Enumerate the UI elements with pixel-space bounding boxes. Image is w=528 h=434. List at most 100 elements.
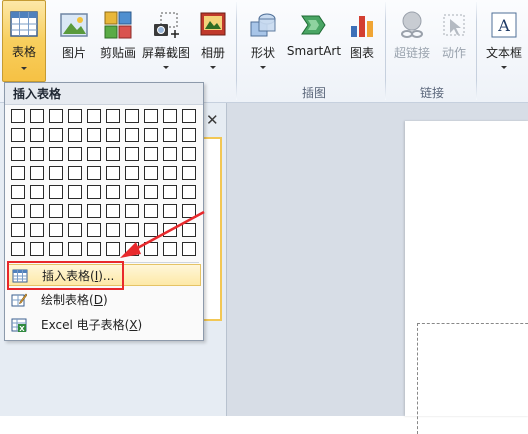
table-grid-cell[interactable]	[49, 223, 63, 237]
table-grid-cell[interactable]	[125, 147, 139, 161]
table-grid-cell[interactable]	[87, 109, 101, 123]
table-grid-cell[interactable]	[144, 185, 158, 199]
picture-button[interactable]: 图片	[54, 4, 94, 82]
table-grid-cell[interactable]	[125, 128, 139, 142]
table-grid-cell[interactable]	[163, 128, 177, 142]
table-grid-cell[interactable]	[144, 147, 158, 161]
table-grid-cell[interactable]	[11, 242, 25, 256]
table-grid-cell[interactable]	[144, 109, 158, 123]
table-grid-cell[interactable]	[68, 204, 82, 218]
table-grid-cell[interactable]	[144, 128, 158, 142]
table-grid-cell[interactable]	[49, 128, 63, 142]
table-grid-cell[interactable]	[182, 109, 196, 123]
close-icon[interactable]: ✕	[206, 111, 219, 129]
table-grid-cell[interactable]	[106, 147, 120, 161]
table-grid-cell[interactable]	[106, 204, 120, 218]
table-grid-cell[interactable]	[68, 242, 82, 256]
table-grid-cell[interactable]	[11, 128, 25, 142]
table-grid-cell[interactable]	[68, 109, 82, 123]
table-grid-cell[interactable]	[49, 204, 63, 218]
table-grid-cell[interactable]	[106, 166, 120, 180]
smartart-button[interactable]: SmartArt	[284, 4, 344, 82]
table-grid-cell[interactable]	[182, 185, 196, 199]
table-grid-cell[interactable]	[182, 223, 196, 237]
table-grid-cell[interactable]	[182, 204, 196, 218]
table-grid-cell[interactable]	[30, 166, 44, 180]
table-grid-cell[interactable]	[106, 128, 120, 142]
table-grid-cell[interactable]	[106, 185, 120, 199]
table-grid-cell[interactable]	[163, 166, 177, 180]
table-grid-cell[interactable]	[49, 147, 63, 161]
table-grid-cell[interactable]	[182, 128, 196, 142]
table-grid-cell[interactable]	[163, 147, 177, 161]
table-grid-cell[interactable]	[49, 166, 63, 180]
table-grid-cell[interactable]	[182, 147, 196, 161]
table-grid-cell[interactable]	[11, 204, 25, 218]
photo-album-button[interactable]: 相册	[194, 4, 232, 82]
table-grid-cell[interactable]	[30, 242, 44, 256]
table-grid-cell[interactable]	[30, 204, 44, 218]
table-grid-cell[interactable]	[163, 223, 177, 237]
table-grid-cell[interactable]	[125, 223, 139, 237]
table-grid-cell[interactable]	[125, 185, 139, 199]
table-grid-cell[interactable]	[106, 109, 120, 123]
screenshot-button[interactable]: 屏幕截图	[140, 4, 192, 82]
content-placeholder[interactable]	[417, 323, 528, 434]
table-grid-cell[interactable]	[125, 109, 139, 123]
table-grid-cell[interactable]	[182, 166, 196, 180]
shapes-button[interactable]: 形状	[242, 4, 284, 82]
table-grid-cell[interactable]	[125, 166, 139, 180]
table-grid-cell[interactable]	[30, 185, 44, 199]
table-grid-cell[interactable]	[125, 204, 139, 218]
chevron-down-icon	[260, 66, 266, 69]
draw-table-item[interactable]: 绘制表格(D)	[7, 289, 201, 311]
table-grid-cell[interactable]	[68, 185, 82, 199]
table-grid-cell[interactable]	[87, 204, 101, 218]
table-grid-cell[interactable]	[68, 147, 82, 161]
table-button[interactable]: 表格	[2, 0, 46, 82]
table-grid-cell[interactable]	[49, 242, 63, 256]
table-grid-cell[interactable]	[87, 166, 101, 180]
table-grid-cell[interactable]	[125, 242, 139, 256]
table-grid-cell[interactable]	[49, 185, 63, 199]
table-grid-cell[interactable]	[163, 185, 177, 199]
table-grid-cell[interactable]	[144, 223, 158, 237]
clipart-button[interactable]: 剪贴画	[96, 4, 140, 82]
table-grid-cell[interactable]	[68, 223, 82, 237]
table-grid-cell[interactable]	[87, 185, 101, 199]
table-grid-cell[interactable]	[163, 204, 177, 218]
table-grid-cell[interactable]	[87, 128, 101, 142]
table-grid-cell[interactable]	[30, 147, 44, 161]
chart-button[interactable]: 图表	[344, 4, 380, 82]
table-grid-cell[interactable]	[30, 128, 44, 142]
hyperlink-button-label: 超链接	[393, 46, 430, 60]
table-grid-cell[interactable]	[144, 204, 158, 218]
chevron-down-icon	[501, 66, 507, 69]
table-grid-cell[interactable]	[30, 223, 44, 237]
table-grid-cell[interactable]	[11, 223, 25, 237]
table-grid-cell[interactable]	[11, 166, 25, 180]
table-grid-cell[interactable]	[163, 109, 177, 123]
table-grid-cell[interactable]	[68, 166, 82, 180]
table-grid-cell[interactable]	[144, 166, 158, 180]
table-grid-cell[interactable]	[87, 147, 101, 161]
table-grid-cell[interactable]	[11, 109, 25, 123]
table-grid-cell[interactable]	[68, 128, 82, 142]
action-button[interactable]: 动作	[436, 4, 472, 82]
table-grid-cell[interactable]	[87, 242, 101, 256]
table-grid-cell[interactable]	[11, 185, 25, 199]
table-size-grid[interactable]	[11, 109, 201, 261]
table-grid-cell[interactable]	[144, 242, 158, 256]
table-grid-cell[interactable]	[49, 109, 63, 123]
table-grid-cell[interactable]	[30, 109, 44, 123]
table-grid-cell[interactable]	[11, 147, 25, 161]
slide-canvas[interactable]	[405, 121, 528, 434]
table-grid-cell[interactable]	[163, 242, 177, 256]
excel-spreadsheet-item[interactable]: X Excel 电子表格(X)	[7, 314, 201, 336]
table-grid-cell[interactable]	[106, 223, 120, 237]
table-grid-cell[interactable]	[182, 242, 196, 256]
table-grid-cell[interactable]	[87, 223, 101, 237]
hyperlink-button[interactable]: 超链接	[390, 4, 434, 82]
table-grid-cell[interactable]	[106, 242, 120, 256]
text-box-button[interactable]: A 文本框	[480, 4, 528, 82]
